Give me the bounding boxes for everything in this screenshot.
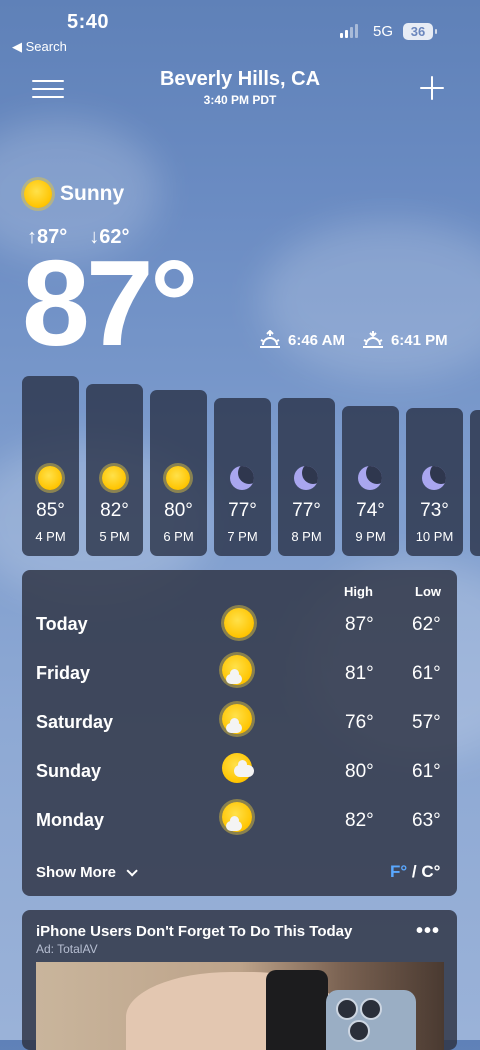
hourly-time: 4 PM <box>35 529 66 544</box>
sunset-time: 6:41 PM <box>390 331 448 349</box>
daily-forecast-card: High Low Today 87° 62° Friday 81° 61° Sa… <box>22 570 457 896</box>
back-to-search-link[interactable]: ◀ Search <box>12 39 67 55</box>
sun-times: 6:46 AM 6:41 PM <box>258 330 448 350</box>
more-options-icon[interactable]: ••• <box>416 920 440 943</box>
hourly-temp: 77° <box>292 500 321 521</box>
partly-sunny-icon <box>222 655 256 689</box>
moon-icon <box>358 466 382 490</box>
sun-icon <box>24 180 52 208</box>
location-name: Beverly Hills, CA <box>159 68 321 90</box>
day-high: 76° <box>345 712 374 733</box>
hourly-temp: 74° <box>356 500 385 521</box>
partly-sunny-icon <box>222 802 256 836</box>
hourly-temp: 82° <box>100 500 129 521</box>
hourly-item[interactable]: 74° 9 PM <box>342 406 399 556</box>
day-name: Today <box>36 614 88 634</box>
battery-icon: 36 <box>403 23 437 40</box>
hourly-item[interactable]: 73° 10 PM <box>406 408 463 556</box>
hourly-time: 10 PM <box>415 529 454 544</box>
current-condition: Sunny <box>24 180 124 208</box>
hourly-item[interactable]: 85° 4 PM <box>22 376 79 556</box>
ad-card[interactable]: iPhone Users Don't Forget To Do This Tod… <box>22 910 457 1050</box>
low-column-header: Low <box>415 584 441 599</box>
moon-icon <box>422 466 446 490</box>
chevron-down-icon <box>126 865 138 877</box>
clock: 5:40 <box>67 11 110 33</box>
day-high: 82° <box>345 810 374 831</box>
hourly-forecast[interactable]: 85° 4 PM 82° 5 PM 80° 6 PM 77° 7 PM 77° … <box>22 376 480 556</box>
show-more-label: Show More <box>36 864 117 881</box>
daily-row[interactable]: Saturday 76° 57° <box>22 704 457 740</box>
hourly-time: 7 PM <box>227 529 258 544</box>
ad-title[interactable]: iPhone Users Don't Forget To Do This Tod… <box>36 923 352 940</box>
hourly-time: 5 PM <box>99 529 130 544</box>
day-name: Friday <box>36 663 91 683</box>
status-bar: 5:40 ◀ Search 5G 36 <box>0 0 480 60</box>
day-high: 80° <box>345 761 374 782</box>
cellular-signal-icon <box>340 24 358 38</box>
sunrise: 6:46 AM <box>258 330 345 350</box>
day-name: Sunday <box>36 761 102 781</box>
sun-icon <box>102 466 126 490</box>
partly-sunny-icon <box>222 704 256 738</box>
hourly-item[interactable]: 80° 6 PM <box>150 390 207 556</box>
hourly-time: 8 PM <box>291 529 322 544</box>
hourly-item[interactable]: 77° 8 PM <box>278 398 335 556</box>
day-low: 63° <box>412 810 441 831</box>
moon-icon <box>230 466 254 490</box>
ad-sponsor: Ad: TotalAV <box>36 942 98 956</box>
celsius-option[interactable]: C° <box>421 862 440 881</box>
condition-label: Sunny <box>60 182 125 205</box>
day-name: Monday <box>36 810 105 830</box>
day-low: 62° <box>412 614 441 635</box>
day-low: 57° <box>412 712 441 733</box>
hourly-time: 6 PM <box>163 529 194 544</box>
partly-sunny-icon <box>222 753 256 787</box>
sunrise-time: 6:46 AM <box>288 331 345 349</box>
ad-image[interactable] <box>36 962 444 1050</box>
moon-icon <box>294 466 318 490</box>
hourly-temp: 80° <box>164 500 193 521</box>
current-temperature: 87° <box>22 235 198 371</box>
daily-row[interactable]: Sunday 80° 61° <box>22 753 457 789</box>
daily-row[interactable]: Friday 81° 61° <box>22 655 457 691</box>
unit-toggle[interactable]: F° / C° <box>390 862 440 882</box>
add-location-button[interactable] <box>418 74 446 102</box>
day-name: Saturday <box>36 712 114 732</box>
daily-row[interactable]: Today 87° 62° <box>22 606 457 642</box>
location-time: 3:40 PM PDT <box>203 93 277 107</box>
high-column-header: High <box>344 584 373 599</box>
sun-icon <box>222 606 256 640</box>
fahrenheit-option[interactable]: F° <box>390 862 407 881</box>
sunrise-icon <box>260 330 280 348</box>
hourly-item[interactable]: 82° 5 PM <box>86 384 143 556</box>
sun-icon <box>166 466 190 490</box>
day-high: 81° <box>345 663 374 684</box>
hourly-temp: 77° <box>228 500 257 521</box>
sunset: 6:41 PM <box>361 330 448 350</box>
show-more-button[interactable]: Show More <box>36 864 138 881</box>
hourly-time: 9 PM <box>355 529 386 544</box>
hourly-temp: 73° <box>420 500 449 521</box>
sun-icon <box>38 466 62 490</box>
day-low: 61° <box>412 663 441 684</box>
hourly-item[interactable]: 77° 7 PM <box>214 398 271 556</box>
day-high: 87° <box>345 614 374 635</box>
daily-row[interactable]: Monday 82° 63° <box>22 802 457 838</box>
hourly-item[interactable] <box>470 410 480 556</box>
unit-separator: / <box>407 862 422 881</box>
location-header: Beverly Hills, CA 3:40 PM PDT <box>0 68 480 107</box>
network-type: 5G <box>373 23 394 40</box>
sunset-icon <box>362 331 383 348</box>
hourly-temp: 85° <box>36 500 65 521</box>
day-low: 61° <box>412 761 441 782</box>
